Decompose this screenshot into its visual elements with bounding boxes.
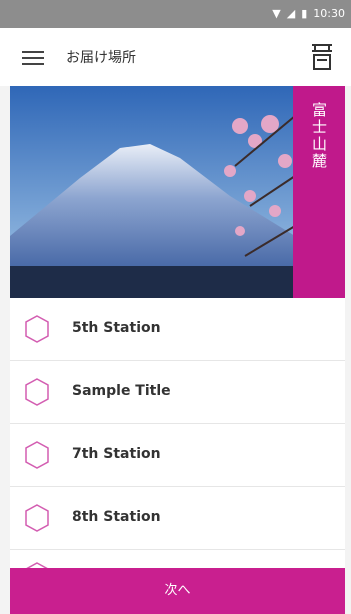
status-bar: ▼ ◢ ▮ 10:30 xyxy=(0,0,351,28)
hexagon-icon xyxy=(24,315,50,343)
wifi-icon: ▼ xyxy=(272,7,281,20)
list-item-label: 7th Station xyxy=(72,446,161,462)
hero-banner: 富士山麓 xyxy=(293,86,345,298)
status-time: 10:30 xyxy=(313,7,345,20)
location-list: 5th Station Sample Title 7th Station 8th… xyxy=(10,298,345,568)
next-button[interactable]: 次へ xyxy=(10,568,345,614)
hero-banner-text: 富士山麓 xyxy=(310,102,328,170)
signal-icon: ◢ xyxy=(286,7,296,20)
hexagon-icon xyxy=(24,441,50,469)
hexagon-icon xyxy=(24,378,50,406)
box-icon[interactable] xyxy=(309,41,335,73)
battery-icon: ▮ xyxy=(301,7,308,20)
list-item[interactable]: 8th Station xyxy=(10,487,345,550)
app-bar: お届け場所 xyxy=(0,28,351,86)
list-item[interactable]: 5th Station xyxy=(10,298,345,361)
list-item-label: 8th Station xyxy=(72,509,161,525)
list-item-label: Sample Title xyxy=(72,383,171,399)
footer-bar: 次へ xyxy=(10,568,345,614)
list-item[interactable]: Sample Title xyxy=(10,361,345,424)
list-item[interactable]: 7th Station xyxy=(10,424,345,487)
status-icons: ▼ ◢ ▮ 10:30 xyxy=(272,7,345,21)
hero-image: 富士山麓 xyxy=(10,86,345,298)
hamburger-icon[interactable] xyxy=(22,51,44,65)
hexagon-icon xyxy=(24,504,50,532)
page-title: お届け場所 xyxy=(66,50,136,66)
list-item-label: 5th Station xyxy=(72,320,161,336)
list-item-partial[interactable] xyxy=(10,550,345,568)
